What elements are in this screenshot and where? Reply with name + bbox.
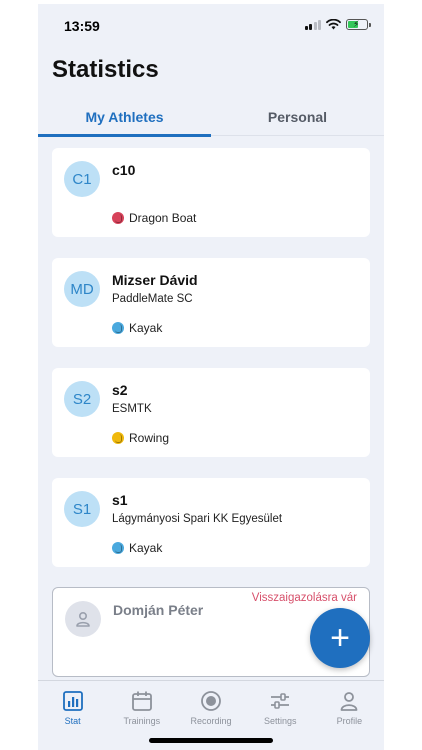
nav-label: Recording xyxy=(190,716,232,726)
athlete-name: Mizser Dávid xyxy=(112,272,198,288)
status-time: 13:59 xyxy=(64,18,100,34)
sport-tag: Kayak xyxy=(112,541,162,555)
cellular-signal-icon xyxy=(304,19,321,30)
nav-label: Stat xyxy=(64,716,81,726)
wifi-icon xyxy=(326,19,341,30)
rowing-icon xyxy=(112,432,124,444)
avatar: S1 xyxy=(64,491,100,527)
athlete-club: ESMTK xyxy=(112,403,152,415)
avatar: S2 xyxy=(64,381,100,417)
athlete-club: PaddleMate SC xyxy=(112,293,193,305)
sport-tag: Dragon Boat xyxy=(112,211,196,225)
athlete-club: Lágymányosi Spari KK Egyesület xyxy=(112,513,283,525)
nav-label: Settings xyxy=(263,716,297,726)
sport-label: Rowing xyxy=(129,431,170,445)
athlete-card[interactable]: MD Mizser Dávid PaddleMate SC Kayak xyxy=(52,258,370,347)
bar-chart-icon xyxy=(62,691,83,711)
kayak-icon xyxy=(112,542,124,554)
tab-my-athletes[interactable]: My Athletes xyxy=(38,104,211,137)
athlete-card[interactable]: S2 s2 ESMTK Rowing xyxy=(52,368,370,457)
plus-icon: + xyxy=(330,619,350,657)
person-icon xyxy=(341,692,358,711)
athlete-name: Domján Péter xyxy=(113,602,204,618)
status-bar: 13:59 ⚡ xyxy=(38,4,384,44)
sport-tag: Rowing xyxy=(112,431,169,445)
status-badge: Visszaigazolásra vár xyxy=(251,592,357,604)
nav-item-stat[interactable]: Stat xyxy=(38,681,107,750)
avatar: MD xyxy=(64,271,100,307)
status-icons: ⚡ xyxy=(304,19,371,30)
person-icon xyxy=(65,601,101,637)
athlete-card[interactable]: C1 c10 Dragon Boat xyxy=(52,148,370,237)
tab-personal[interactable]: Personal xyxy=(211,104,384,135)
sport-tag: Kayak xyxy=(112,321,162,335)
add-athlete-button[interactable]: + xyxy=(310,608,370,668)
phone-screen: 13:59 ⚡ Statistics My Athletes Personal … xyxy=(38,4,384,750)
avatar: C1 xyxy=(64,161,100,197)
athlete-name: s1 xyxy=(112,492,128,508)
tab-bar: My Athletes Personal xyxy=(38,104,384,137)
sport-label: Kayak xyxy=(129,541,163,555)
athlete-name: s2 xyxy=(112,382,128,398)
battery-charging-icon: ⚡ xyxy=(346,19,371,30)
page-title: Statistics xyxy=(52,56,159,83)
sport-label: Kayak xyxy=(129,321,163,335)
kayak-icon xyxy=(112,322,124,334)
sliders-icon xyxy=(271,693,290,709)
home-indicator xyxy=(149,738,273,743)
athlete-card[interactable]: S1 s1 Lágymányosi Spari KK Egyesület Kay… xyxy=(52,478,370,567)
record-icon xyxy=(201,691,221,711)
calendar-icon xyxy=(131,691,152,711)
dragon-boat-icon xyxy=(112,212,124,224)
athlete-name: c10 xyxy=(112,162,136,178)
nav-label: Trainings xyxy=(123,716,161,726)
sport-label: Dragon Boat xyxy=(129,211,197,225)
nav-item-profile[interactable]: Profile xyxy=(315,681,384,750)
nav-label: Profile xyxy=(336,716,363,726)
